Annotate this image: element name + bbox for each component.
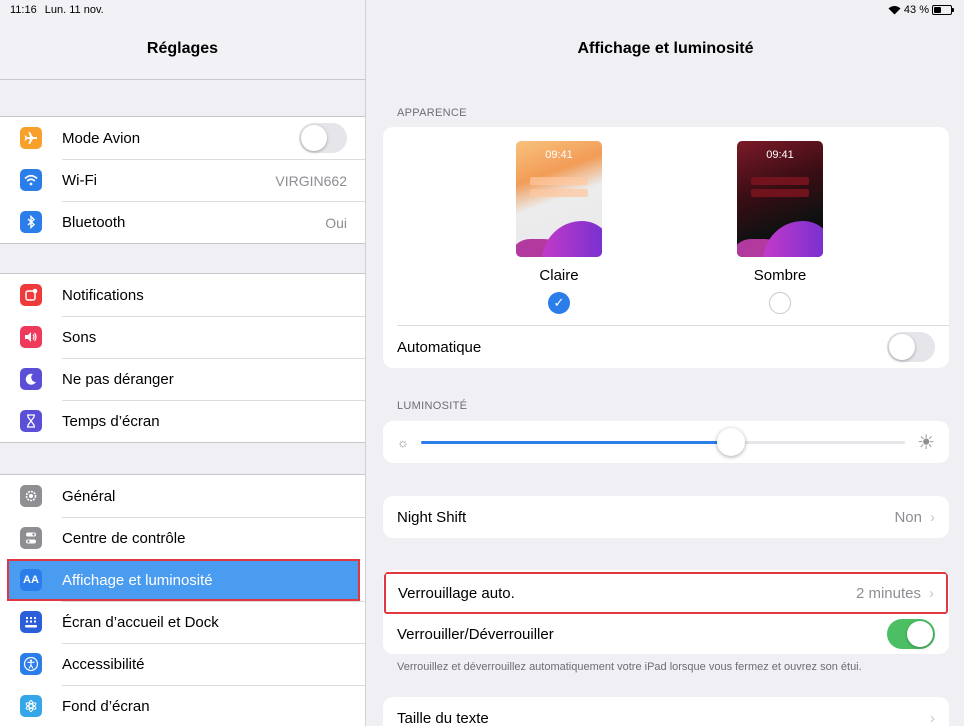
dark-mode-label: Sombre: [753, 267, 807, 284]
wifi-network-value: VIRGIN662: [275, 172, 347, 189]
appearance-card: 09:41 Claire ✓ 09:41 Sombre Automatique: [383, 127, 949, 368]
lock-unlock-row: Verrouiller/Déverrouiller: [383, 614, 949, 654]
appearance-section-label: APPARENCE: [397, 107, 467, 119]
chevron-right-icon: ›: [929, 584, 934, 602]
light-mode-label: Claire: [539, 267, 579, 284]
status-indicators: 43 %: [888, 4, 954, 16]
sidebar-item-label: Wi-Fi: [62, 172, 97, 189]
airplane-mode-toggle[interactable]: [299, 123, 347, 153]
wifi-status-icon: [888, 6, 901, 15]
bluetooth-value: Oui: [325, 214, 347, 231]
sidebar-item-label: Sons: [62, 329, 97, 346]
gear-icon: [20, 485, 42, 507]
accessibility-icon: [20, 653, 42, 675]
sidebar-item-sons[interactable]: Sons: [0, 316, 365, 358]
chevron-right-icon: ›: [930, 508, 935, 526]
text-size-card: Taille du texte ›: [383, 697, 949, 726]
lock-footnote: Verrouillez et déverrouillez automatique…: [397, 661, 862, 673]
light-mode-checkmark[interactable]: ✓: [548, 292, 570, 314]
brightness-high-icon: ☀: [917, 431, 935, 454]
automatic-toggle[interactable]: [887, 332, 935, 362]
sidebar-item-label: Écran d’accueil et Dock: [62, 614, 219, 631]
notifications-icon: [20, 284, 42, 306]
sidebar-group-notifications: Notifications Sons Ne pas déranger Temps…: [0, 273, 365, 443]
status-time-date: 11:16 Lun. 11 nov.: [10, 4, 109, 16]
sidebar-item-ne-pas-deranger[interactable]: Ne pas déranger: [0, 358, 365, 400]
sidebar-item-accessibilite[interactable]: Accessibilité: [0, 643, 365, 685]
lock-unlock-label: Verrouiller/Déverrouiller: [397, 625, 554, 643]
sidebar-item-wifi[interactable]: Wi-Fi VIRGIN662: [0, 159, 365, 201]
detail-pane: Affichage et luminosité 43 % APPARENCE 0…: [367, 0, 964, 726]
light-mode-preview[interactable]: 09:41: [516, 141, 602, 257]
dark-mode-radio[interactable]: [769, 292, 791, 314]
appearance-dark-option[interactable]: 09:41 Sombre: [737, 141, 823, 314]
sidebar-item-temps-ecran[interactable]: Temps d’écran: [0, 400, 365, 442]
sidebar: 11:16 Lun. 11 nov. Réglages Mode Avion W…: [0, 0, 366, 726]
airplane-icon: [20, 127, 42, 149]
sidebar-item-label: Fond d’écran: [62, 698, 150, 715]
dark-preview-time: 09:41: [766, 149, 794, 161]
brightness-slider[interactable]: [420, 427, 906, 456]
sidebar-title: Réglages: [146, 40, 219, 57]
battery-percentage: 43 %: [903, 4, 929, 16]
sidebar-item-label: Centre de contrôle: [62, 530, 186, 547]
page-title: Affichage et luminosité: [577, 40, 754, 57]
control-center-icon: [20, 527, 42, 549]
night-shift-card: Night Shift Non ›: [383, 496, 949, 538]
auto-lock-value: 2 minutes: [855, 584, 921, 602]
light-preview-time: 09:41: [545, 149, 573, 161]
sidebar-item-label: Affichage et luminosité: [62, 571, 213, 589]
sidebar-item-label: Bluetooth: [62, 214, 126, 231]
night-shift-row[interactable]: Night Shift Non ›: [383, 496, 949, 538]
sidebar-item-mode-avion[interactable]: Mode Avion: [0, 117, 365, 159]
wifi-icon: [20, 169, 42, 191]
text-size-icon: AA: [20, 569, 42, 591]
sidebar-item-label: Notifications: [62, 286, 144, 304]
chevron-right-icon: ›: [930, 709, 935, 726]
speaker-icon: [20, 326, 42, 348]
brightness-low-icon: ☼: [397, 434, 409, 450]
sidebar-group-general: Général Centre de contrôle AA Affichage …: [0, 474, 365, 726]
sidebar-item-affichage-et-luminosite[interactable]: AA Affichage et luminosité: [7, 559, 360, 601]
sidebar-item-notifications[interactable]: Notifications: [0, 274, 365, 316]
lock-unlock-toggle[interactable]: [887, 619, 935, 649]
sidebar-item-label: Mode Avion: [62, 129, 141, 147]
sidebar-item-label: Accessibilité: [62, 656, 145, 673]
sidebar-item-fond-ecran[interactable]: Fond d’écran: [0, 685, 365, 726]
sidebar-item-centre-de-controle[interactable]: Centre de contrôle: [0, 517, 365, 559]
wallpaper-icon: [20, 695, 42, 717]
sidebar-header: 11:16 Lun. 11 nov. Réglages: [0, 0, 365, 80]
sidebar-item-ecran-accueil-dock[interactable]: Écran d’accueil et Dock: [0, 601, 365, 643]
moon-icon: [20, 368, 42, 390]
bluetooth-icon: [20, 211, 42, 233]
sidebar-item-label: Ne pas déranger: [62, 371, 174, 388]
sidebar-item-label: Temps d’écran: [62, 413, 160, 430]
brightness-row: ☼ ☀: [383, 421, 949, 463]
automatic-label: Automatique: [397, 338, 482, 356]
sidebar-item-label: Général: [62, 487, 116, 505]
sidebar-item-bluetooth[interactable]: Bluetooth Oui: [0, 201, 365, 243]
appearance-light-option[interactable]: 09:41 Claire ✓: [516, 141, 602, 314]
text-size-row[interactable]: Taille du texte ›: [383, 697, 949, 726]
battery-icon: [932, 5, 954, 15]
detail-header: Affichage et luminosité: [367, 0, 964, 80]
hourglass-icon: [20, 410, 42, 432]
brightness-card: ☼ ☀: [383, 421, 949, 463]
sidebar-item-general[interactable]: Général: [0, 475, 365, 517]
auto-lock-label: Verrouillage auto.: [398, 584, 515, 602]
home-screen-icon: [20, 611, 42, 633]
dark-mode-preview[interactable]: 09:41: [737, 141, 823, 257]
automatic-row: Automatique: [383, 326, 949, 368]
lock-card: Verrouillage auto. 2 minutes › Verrouille…: [383, 570, 949, 654]
status-time: 11:16: [10, 4, 37, 16]
status-date: Lun. 11 nov.: [44, 4, 104, 16]
night-shift-label: Night Shift: [397, 508, 467, 526]
brightness-slider-thumb[interactable]: [716, 427, 745, 456]
night-shift-value: Non: [894, 508, 922, 526]
auto-lock-row[interactable]: Verrouillage auto. 2 minutes ›: [384, 572, 948, 614]
text-size-label: Taille du texte: [397, 709, 489, 726]
brightness-section-label: LUMINOSITÉ: [397, 400, 468, 412]
sidebar-group-connectivity: Mode Avion Wi-Fi VIRGIN662 Bluetooth Oui: [0, 116, 365, 244]
